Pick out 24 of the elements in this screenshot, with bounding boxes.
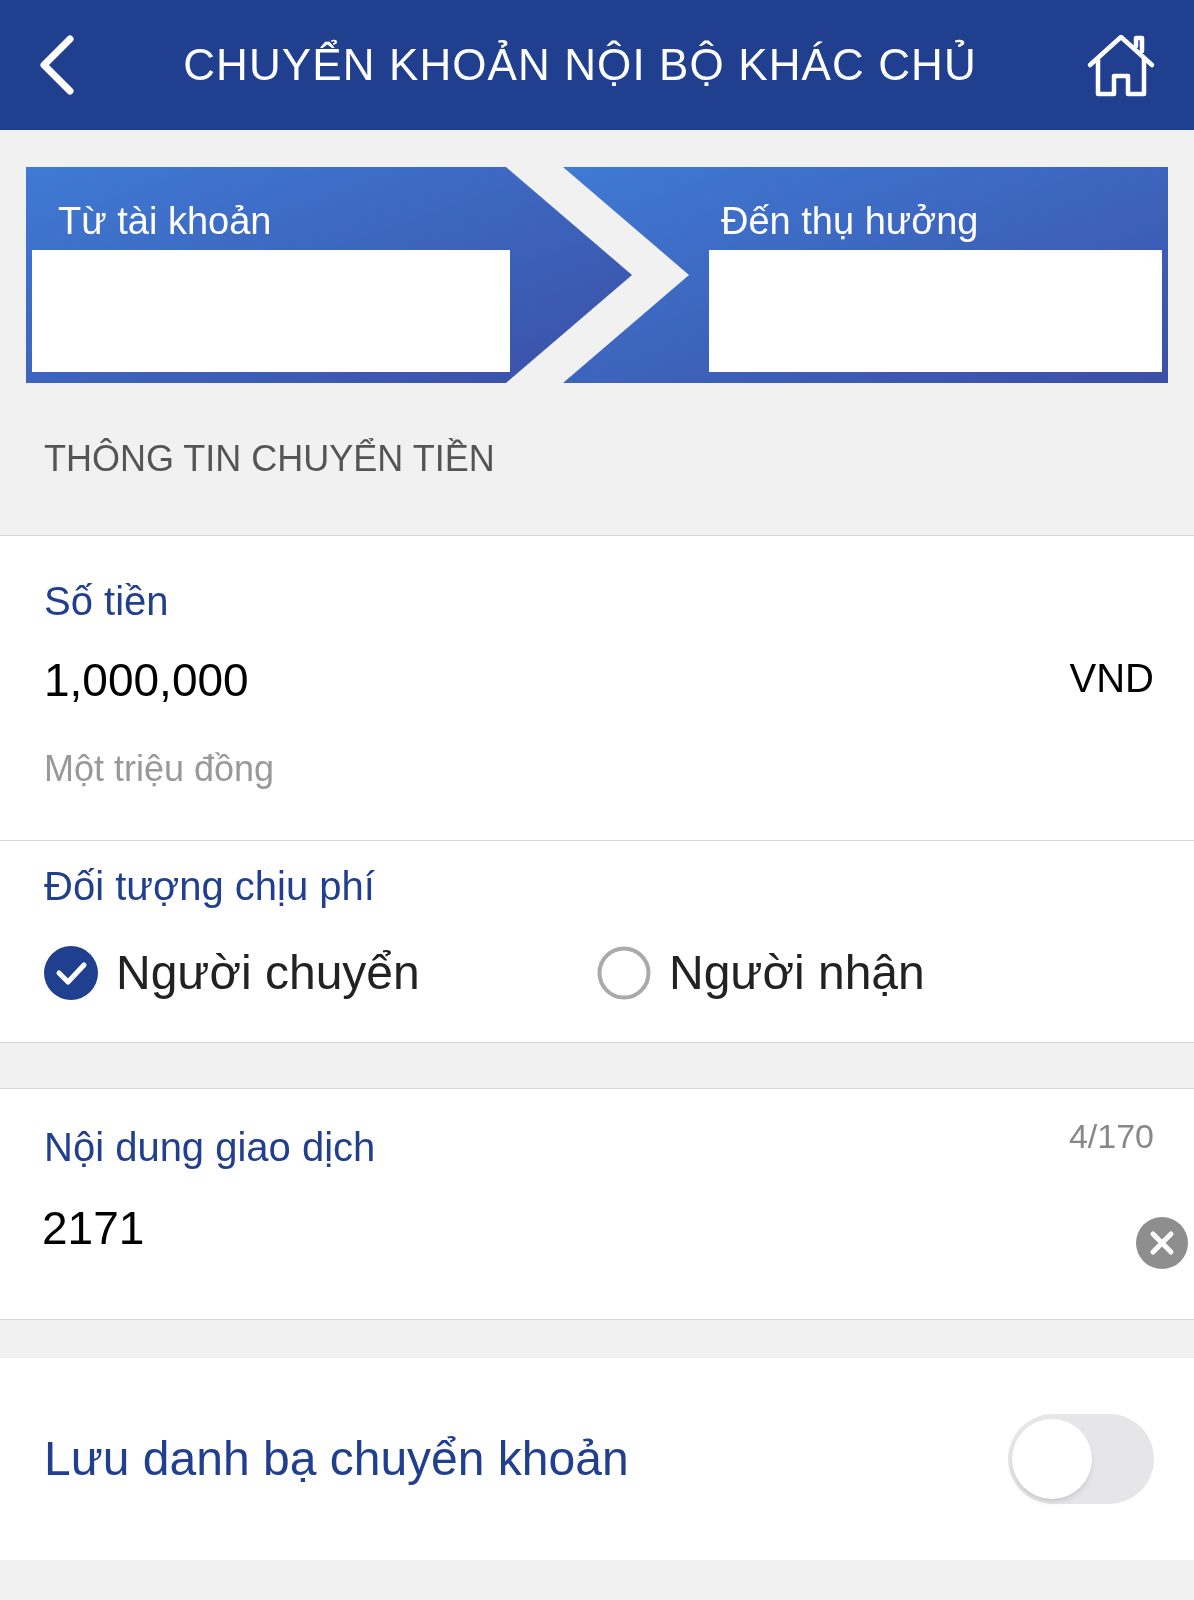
to-account-panel[interactable]: Đến thụ hưởng	[563, 167, 1168, 383]
clear-icon[interactable]	[1136, 1217, 1188, 1269]
currency-label: VND	[1069, 655, 1154, 702]
character-counter: 4/170	[1068, 1116, 1154, 1157]
account-field[interactable]	[709, 250, 1162, 372]
note-label: Nội dung giao dịch	[44, 1124, 376, 1171]
radio-label: Người chuyển	[116, 945, 420, 1001]
account-field[interactable]	[32, 250, 510, 372]
radio-option[interactable]: Người chuyển	[44, 937, 597, 1009]
amount-label: Số tiền	[44, 578, 170, 625]
save-contact-label: Lưu danh bạ chuyển khoản	[44, 1431, 629, 1487]
panel-label: Đến thụ hưởng	[721, 199, 979, 244]
back-icon[interactable]	[38, 35, 74, 95]
section-title: THÔNG TIN CHUYỂN TIỀN	[44, 437, 495, 481]
note-value[interactable]: 2171	[42, 1193, 145, 1263]
amount-in-words: Một triệu đồng	[44, 747, 276, 791]
radio-option[interactable]: Người nhận	[597, 937, 1150, 1009]
home-icon[interactable]	[1086, 32, 1156, 98]
screen-title: CHUYỂN KHOẢN NỘI BỘ KHÁC CHỦ	[183, 38, 977, 91]
amount-value[interactable]: 1,000,000	[44, 652, 249, 708]
fee-label: Đối tượng chịu phí	[44, 863, 376, 910]
radio-label: Người nhận	[669, 945, 925, 1001]
panel-label: Từ tài khoản	[58, 199, 272, 244]
from-account-panel[interactable]: Từ tài khoản	[26, 167, 632, 383]
